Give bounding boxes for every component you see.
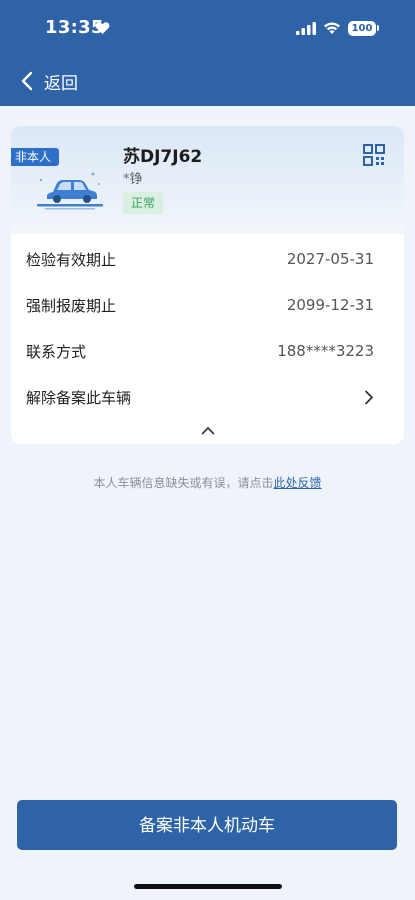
- back-label: 返回: [44, 73, 78, 94]
- vehicle-summary: 非本人 苏DJ7J62 *铮 正常: [11, 126, 404, 234]
- detail-label: 联系方式: [26, 342, 87, 361]
- battery-indicator: 100: [348, 21, 376, 36]
- feedback-link[interactable]: 此处反馈: [274, 476, 322, 490]
- battery-cap: [377, 25, 379, 31]
- feedback-notice: 本人车辆信息缺失或有误，请点击此处反馈: [0, 474, 415, 491]
- detail-row-inspection: 检验有效期止 2027-05-31: [11, 236, 404, 282]
- detail-row-contact: 联系方式 188****3223: [11, 328, 404, 374]
- car-icon: [37, 172, 103, 210]
- detail-label: 强制报废期止: [26, 296, 117, 315]
- chevron-right-icon: [365, 390, 373, 404]
- vehicle-card: 非本人 苏DJ7J62 *铮 正常 检验有效期止 2027-05-31 强制报废…: [11, 126, 404, 444]
- status-badge: 正常: [123, 192, 164, 214]
- detail-value: 188****3223: [277, 342, 374, 360]
- home-indicator: [134, 884, 282, 889]
- unregister-vehicle-row[interactable]: 解除备案此车辆: [11, 374, 404, 420]
- owner-name: *铮: [123, 172, 143, 187]
- app-header: 13:35 100 返回: [0, 0, 415, 106]
- heart-icon: [95, 22, 110, 35]
- feedback-text: 本人车辆信息缺失或有误，请点击: [93, 476, 274, 490]
- detail-row-scrap: 强制报废期止 2099-12-31: [11, 282, 404, 328]
- wifi-icon: [324, 22, 340, 34]
- back-chevron-icon: [21, 71, 33, 91]
- plate-number: 苏DJ7J62: [123, 147, 203, 167]
- detail-label: 解除备案此车辆: [26, 388, 132, 407]
- status-bar: 13:35 100: [0, 0, 415, 54]
- detail-label: 检验有效期止: [26, 250, 117, 269]
- qr-code-icon[interactable]: [363, 144, 385, 166]
- owner-badge: 非本人: [11, 148, 59, 166]
- detail-value: 2027-05-31: [286, 250, 374, 268]
- detail-list: 检验有效期止 2027-05-31 强制报废期止 2099-12-31 联系方式…: [11, 236, 404, 420]
- detail-value: 2099-12-31: [286, 296, 374, 314]
- back-button[interactable]: 返回: [20, 66, 78, 96]
- chevron-up-icon[interactable]: [201, 426, 215, 435]
- register-vehicle-button[interactable]: 备案非本人机动车: [17, 800, 397, 850]
- signal-icon: [296, 22, 316, 35]
